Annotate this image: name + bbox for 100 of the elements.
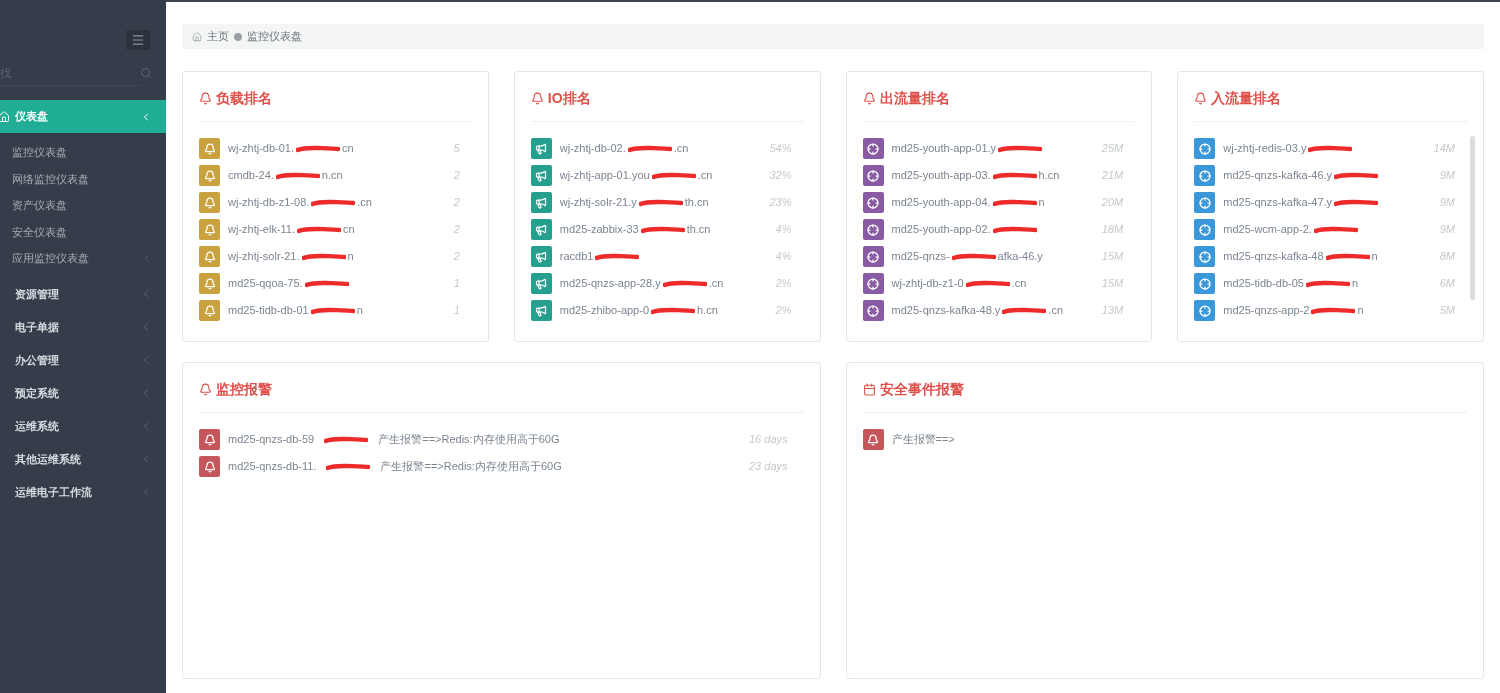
sidebar-item[interactable]: 其他运维系统 [0,442,166,476]
bell-icon [199,92,212,105]
host-name: md25-qnzs-db-11. [228,459,317,475]
redaction-mark [324,435,369,444]
redaction-mark [326,462,371,471]
breadcrumb-link[interactable]: 监控仪表盘 [247,28,302,45]
host-name: md25-qnzs- [891,249,950,265]
panel-title: 入流量排名 [1211,89,1282,108]
redaction-mark [640,225,685,234]
redaction-mark [311,198,356,207]
host-name: .cn [357,195,372,211]
redaction-mark [297,225,342,234]
menu-button[interactable] [126,30,150,50]
host-name: n [1038,195,1045,211]
redaction-mark [1334,198,1379,207]
alert-message: 产生报警==> [891,432,955,448]
redaction-mark [992,225,1037,234]
breadcrumb-link[interactable]: 主页 [207,28,229,45]
submenu-item[interactable]: 资产仪表盘 [0,192,166,219]
host-name: .cn [673,141,689,157]
rank-value: 4% [775,249,792,265]
host-name: n.cn [321,168,343,184]
host-name: .cn [697,168,713,184]
rank-value: 18M [1101,222,1124,238]
host-name: wj-zhtj-app-01.you [559,168,650,184]
submenu-item[interactable]: 应用监控仪表盘 [0,245,166,272]
calendar-icon [862,383,876,396]
redaction-mark [1002,306,1047,315]
host-name: wj-zhtj-elk-11. [228,222,296,238]
host-name: wj-zhtj-db-z1-08. [228,195,310,211]
panel-title: 负载排名 [216,89,272,108]
host-name: md25-youth-app-03. [891,168,991,184]
rank-value: 8M [1439,249,1455,265]
host-name: md25-youth-app-01.y [891,141,997,157]
redaction-mark [301,252,346,261]
redaction-mark [951,252,996,261]
host-name: wj-zhtj-db-01. [228,141,295,157]
host-name: h.cn [1038,168,1060,184]
submenu-item[interactable]: 网络监控仪表盘 [0,165,166,192]
host-name: n [1351,276,1359,292]
bell-icon [199,383,212,396]
rank-value: 4% [775,222,792,238]
submenu-item[interactable]: 监控仪表盘 [0,139,166,166]
redaction-mark [296,144,341,153]
sidebar-item[interactable]: 资源管理 [0,277,166,311]
host-name: cn [342,141,354,157]
rank-value: 2% [775,303,792,319]
rank-value: 23% [769,195,792,211]
bell-icon [1194,92,1208,105]
host-name: md25-wcm-app-2. [1223,222,1312,238]
redaction-mark [1313,225,1358,234]
redaction-mark [1334,171,1379,180]
host-name: cn [343,222,355,238]
redaction-mark [1325,252,1370,261]
sidebar-item[interactable]: 办公管理 [0,343,166,377]
bell-icon [862,92,876,105]
redaction-mark [275,171,320,180]
redaction-mark [638,198,683,207]
alert-time: 16 days [748,432,788,448]
panel-title: IO排名 [547,89,591,108]
sidebar-item[interactable]: 运维系统 [0,409,166,443]
alert-message: 产生报警==>Redis:内存使用高于60G [380,459,562,475]
host-name: md25-tidb-db-01 [228,303,309,319]
rank-value: 2 [453,222,460,238]
rank-value: 5M [1439,303,1455,319]
sidebar-item[interactable]: 仪表盘 [0,100,166,133]
rank-value: 6M [1439,276,1455,292]
host-name: .cn [1048,303,1063,319]
host-name: wj-zhtj-solr-21.y [559,195,637,211]
rank-value: 54% [769,141,792,157]
submenu-item[interactable]: 安全仪表盘 [0,218,166,245]
panel-title: 安全事件报警 [879,380,964,399]
rank-value: 15M [1101,249,1124,265]
rank-value: 1 [453,276,460,292]
sidebar-item[interactable]: 电子单据 [0,310,166,344]
host-name: md25-youth-app-04. [891,195,991,211]
alert-message: 产生报警==>Redis:内存使用高于60G [378,432,560,448]
host-name: md25-qnzs-kafka-48 [1223,249,1324,265]
redaction-mark [1308,144,1353,153]
panel-title: 监控报警 [216,380,272,399]
host-name: wj-zhtj-redis-03.y [1223,141,1307,157]
host-name: md25-qnzs-kafka-48.y [891,303,1001,319]
host-name: wj-zhtj-db-z1-0 [891,276,964,292]
menu-icon [131,33,145,47]
sidebar-item[interactable]: 预定系统 [0,376,166,410]
rank-value: 1 [453,303,460,319]
rank-value: 15M [1101,276,1124,292]
host-name: wj-zhtj-db-02. [559,141,626,157]
redaction-mark [310,306,355,315]
redaction-mark [627,144,672,153]
home-icon [0,110,10,123]
rank-value: 21M [1101,168,1124,184]
sidebar-item[interactable]: 运维电子工作流 [0,475,166,509]
rank-value: 9M [1439,222,1455,238]
rank-value: 20M [1101,195,1124,211]
redaction-mark [595,252,640,261]
rank-value: 2 [453,168,460,184]
rank-value: 2% [775,276,792,292]
rank-value: 9M [1439,195,1455,211]
host-name: md25-qnzs-kafka-46.y [1223,168,1333,184]
